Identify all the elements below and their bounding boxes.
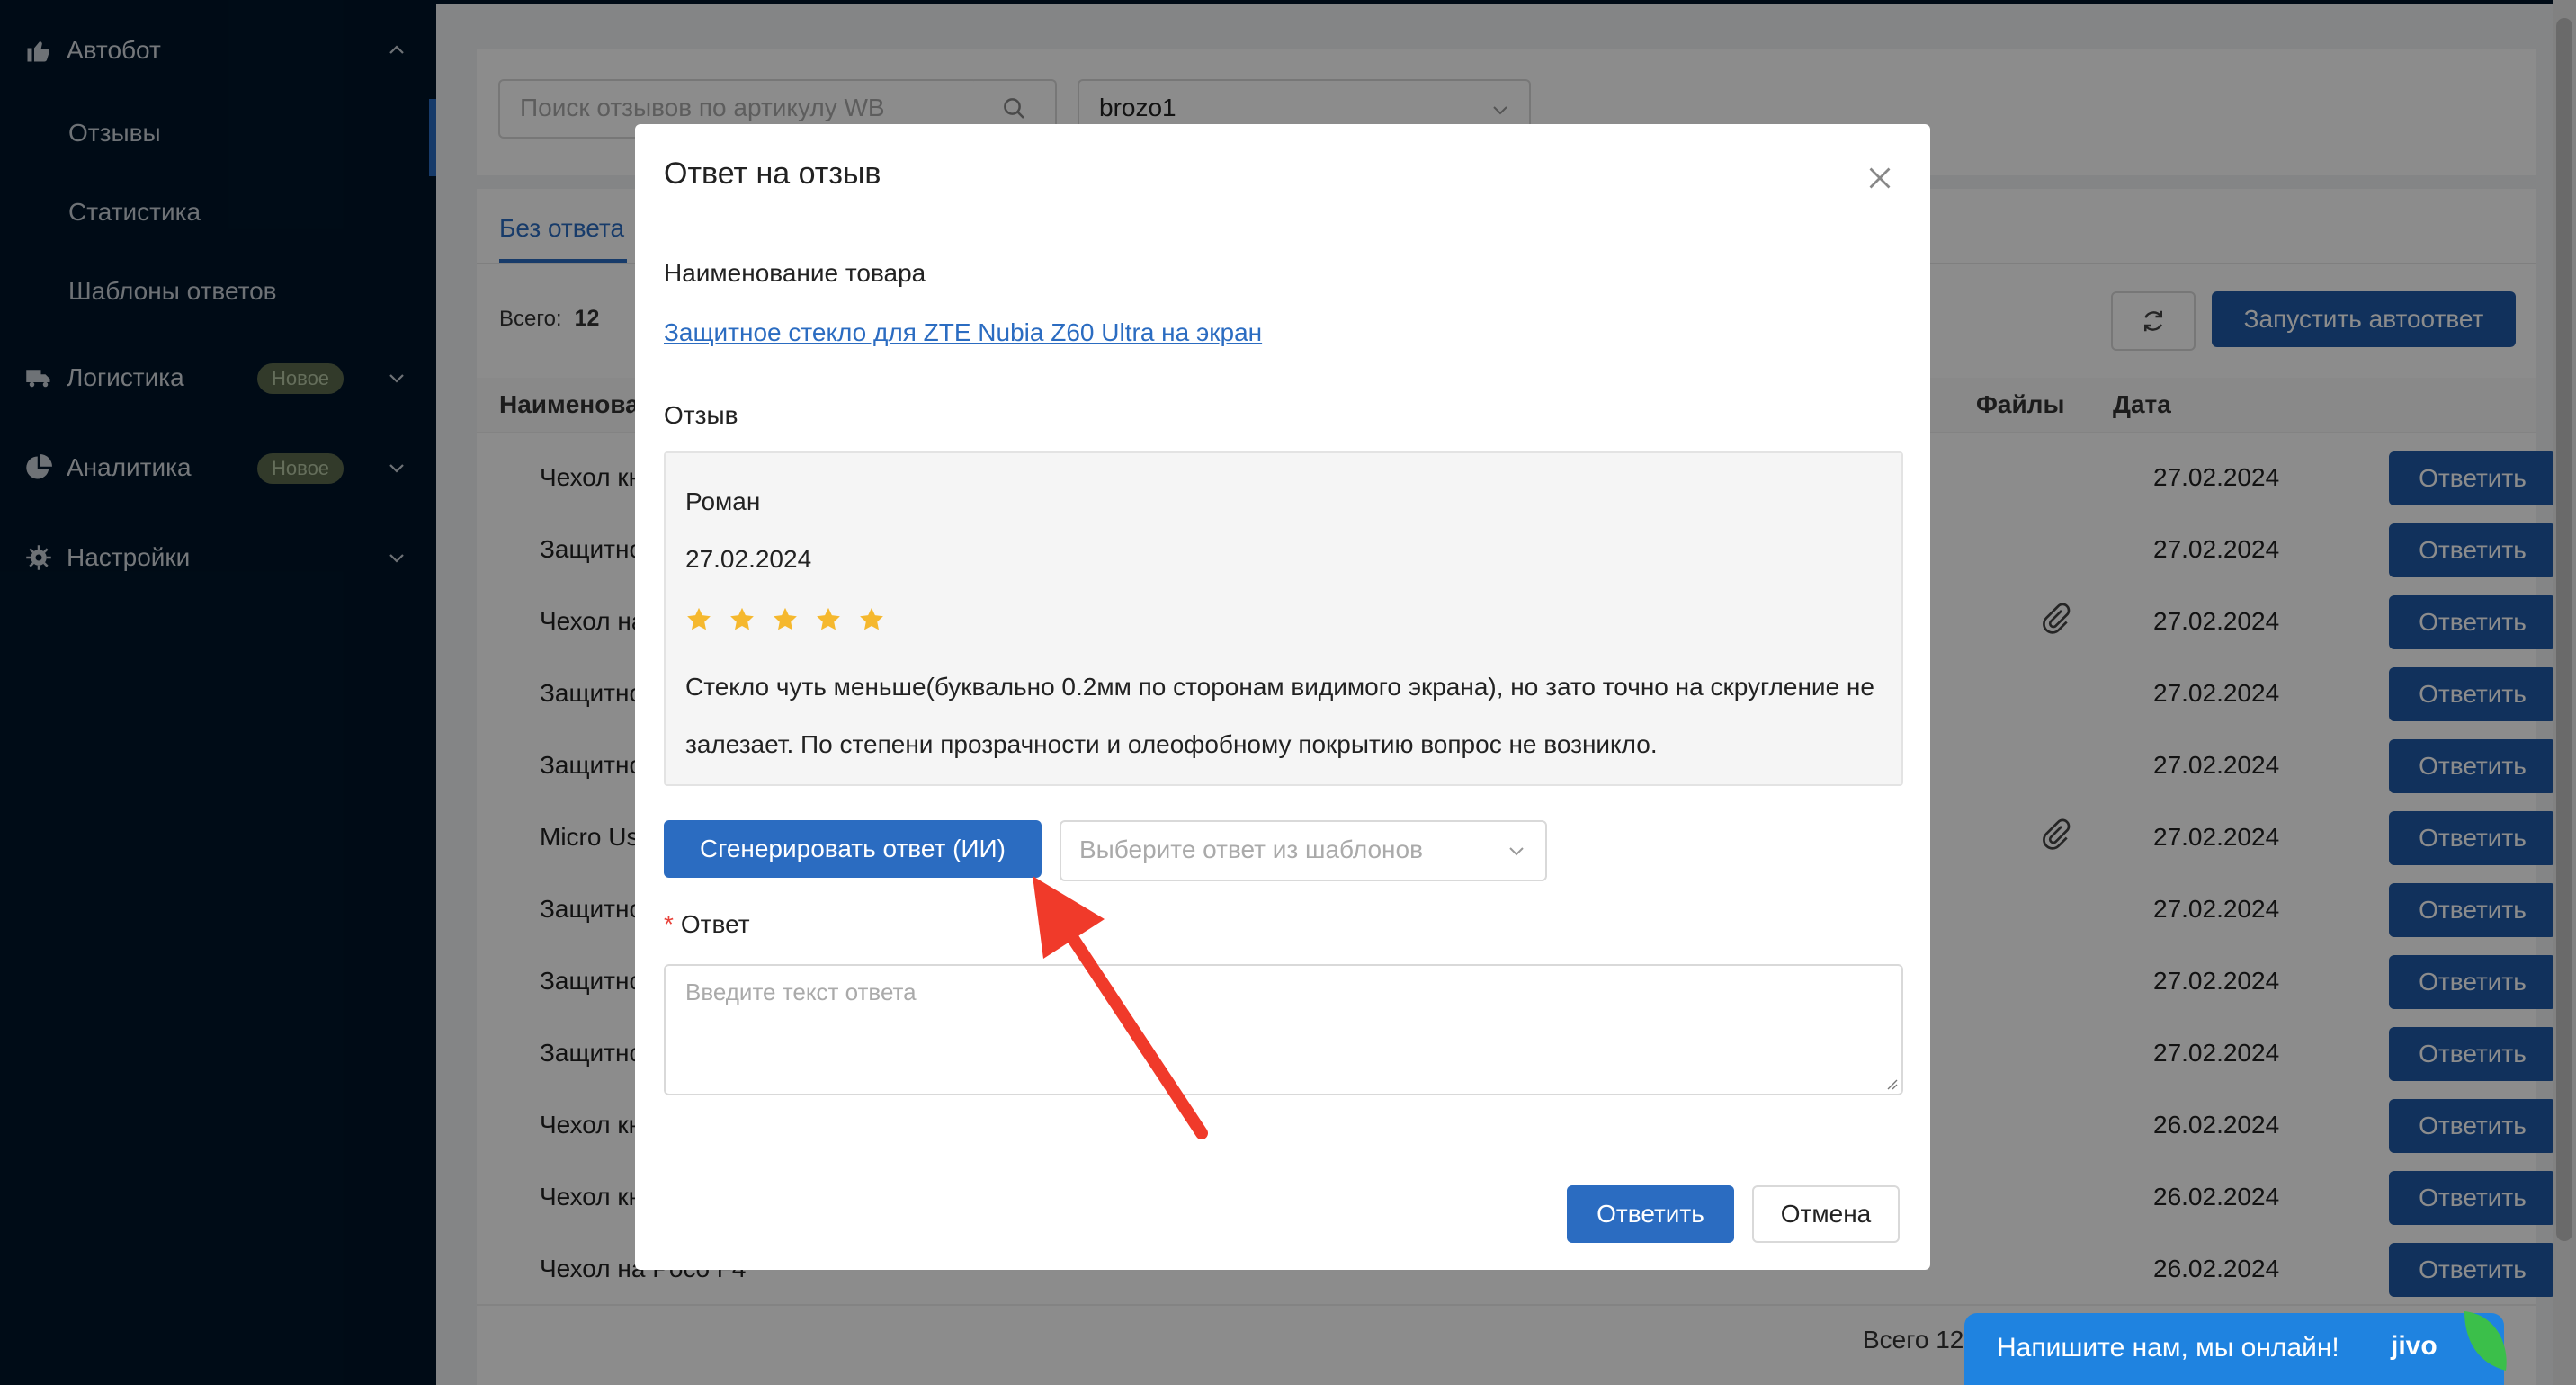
product-link[interactable]: Защитное стекло для ZTE Nubia Z60 Ultra …	[664, 318, 1262, 347]
review-label: Отзыв	[664, 401, 738, 429]
review-rating	[685, 606, 885, 633]
star-icon	[774, 607, 797, 630]
modal-title: Ответ на отзыв	[664, 156, 881, 191]
star-icon	[730, 607, 754, 630]
chat-text: Напишите нам, мы онлайн!	[1997, 1333, 2339, 1363]
answer-textarea[interactable]: Введите текст ответа	[664, 964, 1903, 1095]
review-card: Роман 27.02.2024 Стекло чуть меньше(букв…	[664, 451, 1903, 786]
chat-widget[interactable]: Напишите нам, мы онлайн! jivo	[1964, 1313, 2504, 1385]
answer-placeholder: Введите текст ответа	[685, 978, 917, 1005]
leaf-icon	[2464, 1311, 2507, 1371]
review-text: Стекло чуть меньше(буквально 0.2мм по ст…	[685, 673, 1874, 758]
submit-reply-button[interactable]: Ответить	[1567, 1185, 1734, 1243]
chat-logo: jivo	[2391, 1331, 2437, 1361]
required-mark: *	[664, 910, 674, 938]
resize-grip-icon[interactable]	[1883, 1076, 1898, 1090]
review-date: 27.02.2024	[685, 545, 812, 573]
close-icon[interactable]	[1864, 162, 1896, 194]
star-icon	[687, 607, 711, 630]
answer-label-text: Ответ	[680, 910, 750, 938]
product-label: Наименование товара	[664, 259, 926, 287]
answer-label: * Ответ	[664, 910, 750, 939]
cancel-button[interactable]: Отмена	[1752, 1185, 1900, 1243]
reply-modal: Ответ на отзыв Наименование товара Защит…	[635, 124, 1930, 1270]
review-author: Роман	[685, 487, 761, 515]
template-select[interactable]: Выберите ответ из шаблонов	[1060, 820, 1547, 881]
template-placeholder: Выберите ответ из шаблонов	[1079, 835, 1423, 863]
star-icon	[860, 607, 883, 630]
generate-ai-button[interactable]: Сгенерировать ответ (ИИ)	[664, 820, 1042, 878]
star-icon	[817, 607, 840, 630]
chevron-down-icon	[1509, 847, 1524, 856]
